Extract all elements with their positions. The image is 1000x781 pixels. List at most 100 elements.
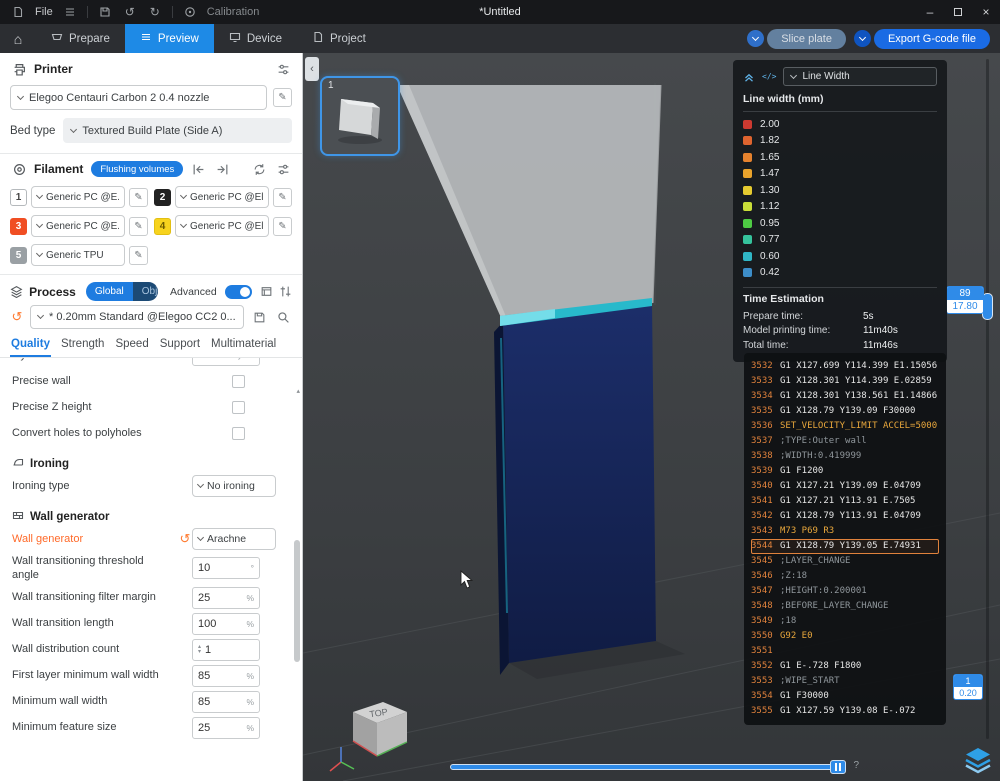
plate-thumbnail[interactable]: 1	[320, 76, 400, 156]
filament-preset-select[interactable]: Generic PC @E...	[31, 186, 125, 208]
setting-select[interactable]: No ironing	[192, 475, 276, 497]
redo-icon[interactable]: ↻	[147, 4, 163, 20]
gcode-line[interactable]: 3535G1 X128.79 Y139.09 F30000	[751, 404, 939, 419]
view-type-select[interactable]: Line Width	[783, 67, 937, 86]
process-tab-multimaterial[interactable]: Multimaterial	[210, 338, 277, 357]
calibration-icon[interactable]	[182, 4, 198, 20]
filament-settings-icon[interactable]	[274, 160, 292, 178]
collapse-panel-button[interactable]: ‹	[305, 57, 319, 81]
edit-printer-icon[interactable]: ✎	[273, 88, 292, 107]
gcode-window-icon[interactable]: </>	[762, 72, 776, 81]
remove-filament-icon[interactable]	[213, 160, 231, 178]
undo-icon[interactable]: ↺	[122, 4, 138, 20]
process-compare-icon[interactable]	[279, 283, 292, 301]
filament-badge[interactable]: 2	[154, 189, 171, 206]
gcode-line[interactable]: 3538;WIDTH:0.419999	[751, 449, 939, 464]
filament-preset-select[interactable]: Generic PC @Ele...	[175, 215, 269, 237]
gcode-line[interactable]: 3532G1 X127.699 Y114.399 E1.15056	[751, 359, 939, 374]
spinner-icon[interactable]: ▴▾	[198, 358, 201, 360]
setting-input[interactable]: 85%	[192, 691, 260, 713]
advanced-toggle[interactable]	[225, 285, 252, 299]
gcode-line[interactable]: 3553;WIPE_START	[751, 674, 939, 689]
move-slider-track[interactable]	[450, 764, 836, 770]
tab-prepare[interactable]: Prepare	[36, 24, 125, 53]
gcode-line[interactable]: 3548;BEFORE_LAYER_CHANGE	[751, 599, 939, 614]
process-tab-strength[interactable]: Strength	[60, 338, 105, 357]
gcode-line[interactable]: 3544G1 X128.79 Y139.05 E.74931	[751, 539, 939, 554]
printer-preset-select[interactable]: Elegoo Centauri Carbon 2 0.4 nozzle	[10, 85, 267, 110]
scope-global-button[interactable]: Global	[86, 282, 133, 301]
menu-icon[interactable]	[62, 4, 78, 20]
printer-settings-icon[interactable]	[274, 60, 292, 78]
orientation-cube[interactable]: TOP	[325, 686, 413, 781]
filament-preset-select[interactable]: Generic PC @Ele...	[175, 186, 269, 208]
reset-preset-icon[interactable]: ↺	[10, 309, 24, 325]
move-slider[interactable]: ?	[450, 759, 846, 775]
sync-filament-icon[interactable]	[250, 160, 268, 178]
gcode-line[interactable]: 3546;Z:18	[751, 569, 939, 584]
edit-filament-icon[interactable]: ✎	[129, 246, 148, 265]
export-options-button[interactable]	[854, 30, 871, 47]
checkbox[interactable]	[232, 401, 245, 414]
spinner-down-icon[interactable]: ▾	[198, 358, 201, 360]
filament-preset-select[interactable]: Generic PC @E...	[31, 215, 125, 237]
filament-badge[interactable]: 3	[10, 218, 27, 235]
spinner-icon[interactable]: ▴▾	[198, 645, 201, 654]
gcode-line[interactable]: 3545;LAYER_CHANGE	[751, 554, 939, 569]
calibration-menu[interactable]: Calibration	[207, 6, 260, 18]
file-menu[interactable]: File	[35, 6, 53, 18]
edit-filament-icon[interactable]: ✎	[273, 188, 292, 207]
setting-select[interactable]: Arachne	[192, 528, 276, 550]
setting-input[interactable]: 85%	[192, 665, 260, 687]
save-preset-icon[interactable]	[250, 308, 268, 326]
gcode-line[interactable]: 3547;HEIGHT:0.200001	[751, 584, 939, 599]
filament-badge[interactable]: 1	[10, 189, 27, 206]
maximize-button[interactable]	[944, 0, 972, 24]
gcode-line[interactable]: 3541G1 X127.21 Y113.91 E.7505	[751, 494, 939, 509]
process-tab-speed[interactable]: Speed	[114, 338, 149, 357]
setting-input[interactable]: 100%	[192, 613, 260, 635]
scope-objects-button[interactable]: Objects	[133, 282, 158, 301]
process-list-icon[interactable]	[260, 283, 273, 301]
settings-scrollbar[interactable]	[294, 540, 300, 662]
collapse-legend-icon[interactable]	[743, 71, 755, 83]
gcode-line[interactable]: 3539G1 F1200	[751, 464, 939, 479]
gcode-line[interactable]: 3540G1 X127.21 Y139.09 E.04709	[751, 479, 939, 494]
search-icon[interactable]	[274, 308, 292, 326]
reset-icon[interactable]: ↺	[178, 531, 192, 547]
gcode-line[interactable]: 3536SET_VELOCITY_LIMIT ACCEL=5000	[751, 419, 939, 434]
process-tab-support[interactable]: Support	[159, 338, 201, 357]
gcode-line[interactable]: 3542G1 X128.79 Y113.91 E.04709	[751, 509, 939, 524]
tab-project[interactable]: Project	[297, 24, 381, 53]
checkbox[interactable]	[232, 427, 245, 440]
add-filament-icon[interactable]	[189, 160, 207, 178]
layer-slider-track[interactable]	[986, 59, 989, 739]
tab-device[interactable]: Device	[214, 24, 297, 53]
edit-filament-icon[interactable]: ✎	[273, 217, 292, 236]
model-ghost[interactable]	[397, 85, 661, 322]
home-button[interactable]: ⌂	[0, 24, 36, 53]
gcode-line[interactable]: 3550G92 E0	[751, 629, 939, 644]
edit-filament-icon[interactable]: ✎	[129, 188, 148, 207]
scroll-up-icon[interactable]: ▴	[296, 387, 300, 395]
gcode-line[interactable]: 3537;TYPE:Outer wall	[751, 434, 939, 449]
gcode-line[interactable]: 3533G1 X128.301 Y114.399 E.02859	[751, 374, 939, 389]
checkbox[interactable]	[232, 375, 245, 388]
move-slider-handle[interactable]	[830, 760, 846, 774]
gcode-line[interactable]: 3552G1 E-.728 F1800	[751, 659, 939, 674]
slice-plate-button[interactable]: Slice plate	[767, 29, 846, 49]
close-button[interactable]: ×	[972, 0, 1000, 24]
setting-input[interactable]: ▴▾1	[192, 639, 260, 661]
tab-preview[interactable]: Preview	[125, 24, 214, 53]
gcode-line[interactable]: 3554G1 F30000	[751, 689, 939, 704]
gcode-line[interactable]: 3551	[751, 644, 939, 659]
gcode-line[interactable]: 3543M73 P69 R3	[751, 524, 939, 539]
export-gcode-button[interactable]: Export G-code file	[874, 29, 990, 49]
gcode-line[interactable]: 3555G1 X127.59 Y139.08 E-.072	[751, 704, 939, 719]
setting-input[interactable]: 25%	[192, 587, 260, 609]
process-tab-quality[interactable]: Quality	[10, 338, 51, 357]
minimize-button[interactable]: –	[916, 0, 944, 24]
spinner-down-icon[interactable]: ▾	[198, 650, 201, 655]
filament-badge[interactable]: 4	[154, 218, 171, 235]
sliced-model[interactable]	[494, 298, 685, 679]
